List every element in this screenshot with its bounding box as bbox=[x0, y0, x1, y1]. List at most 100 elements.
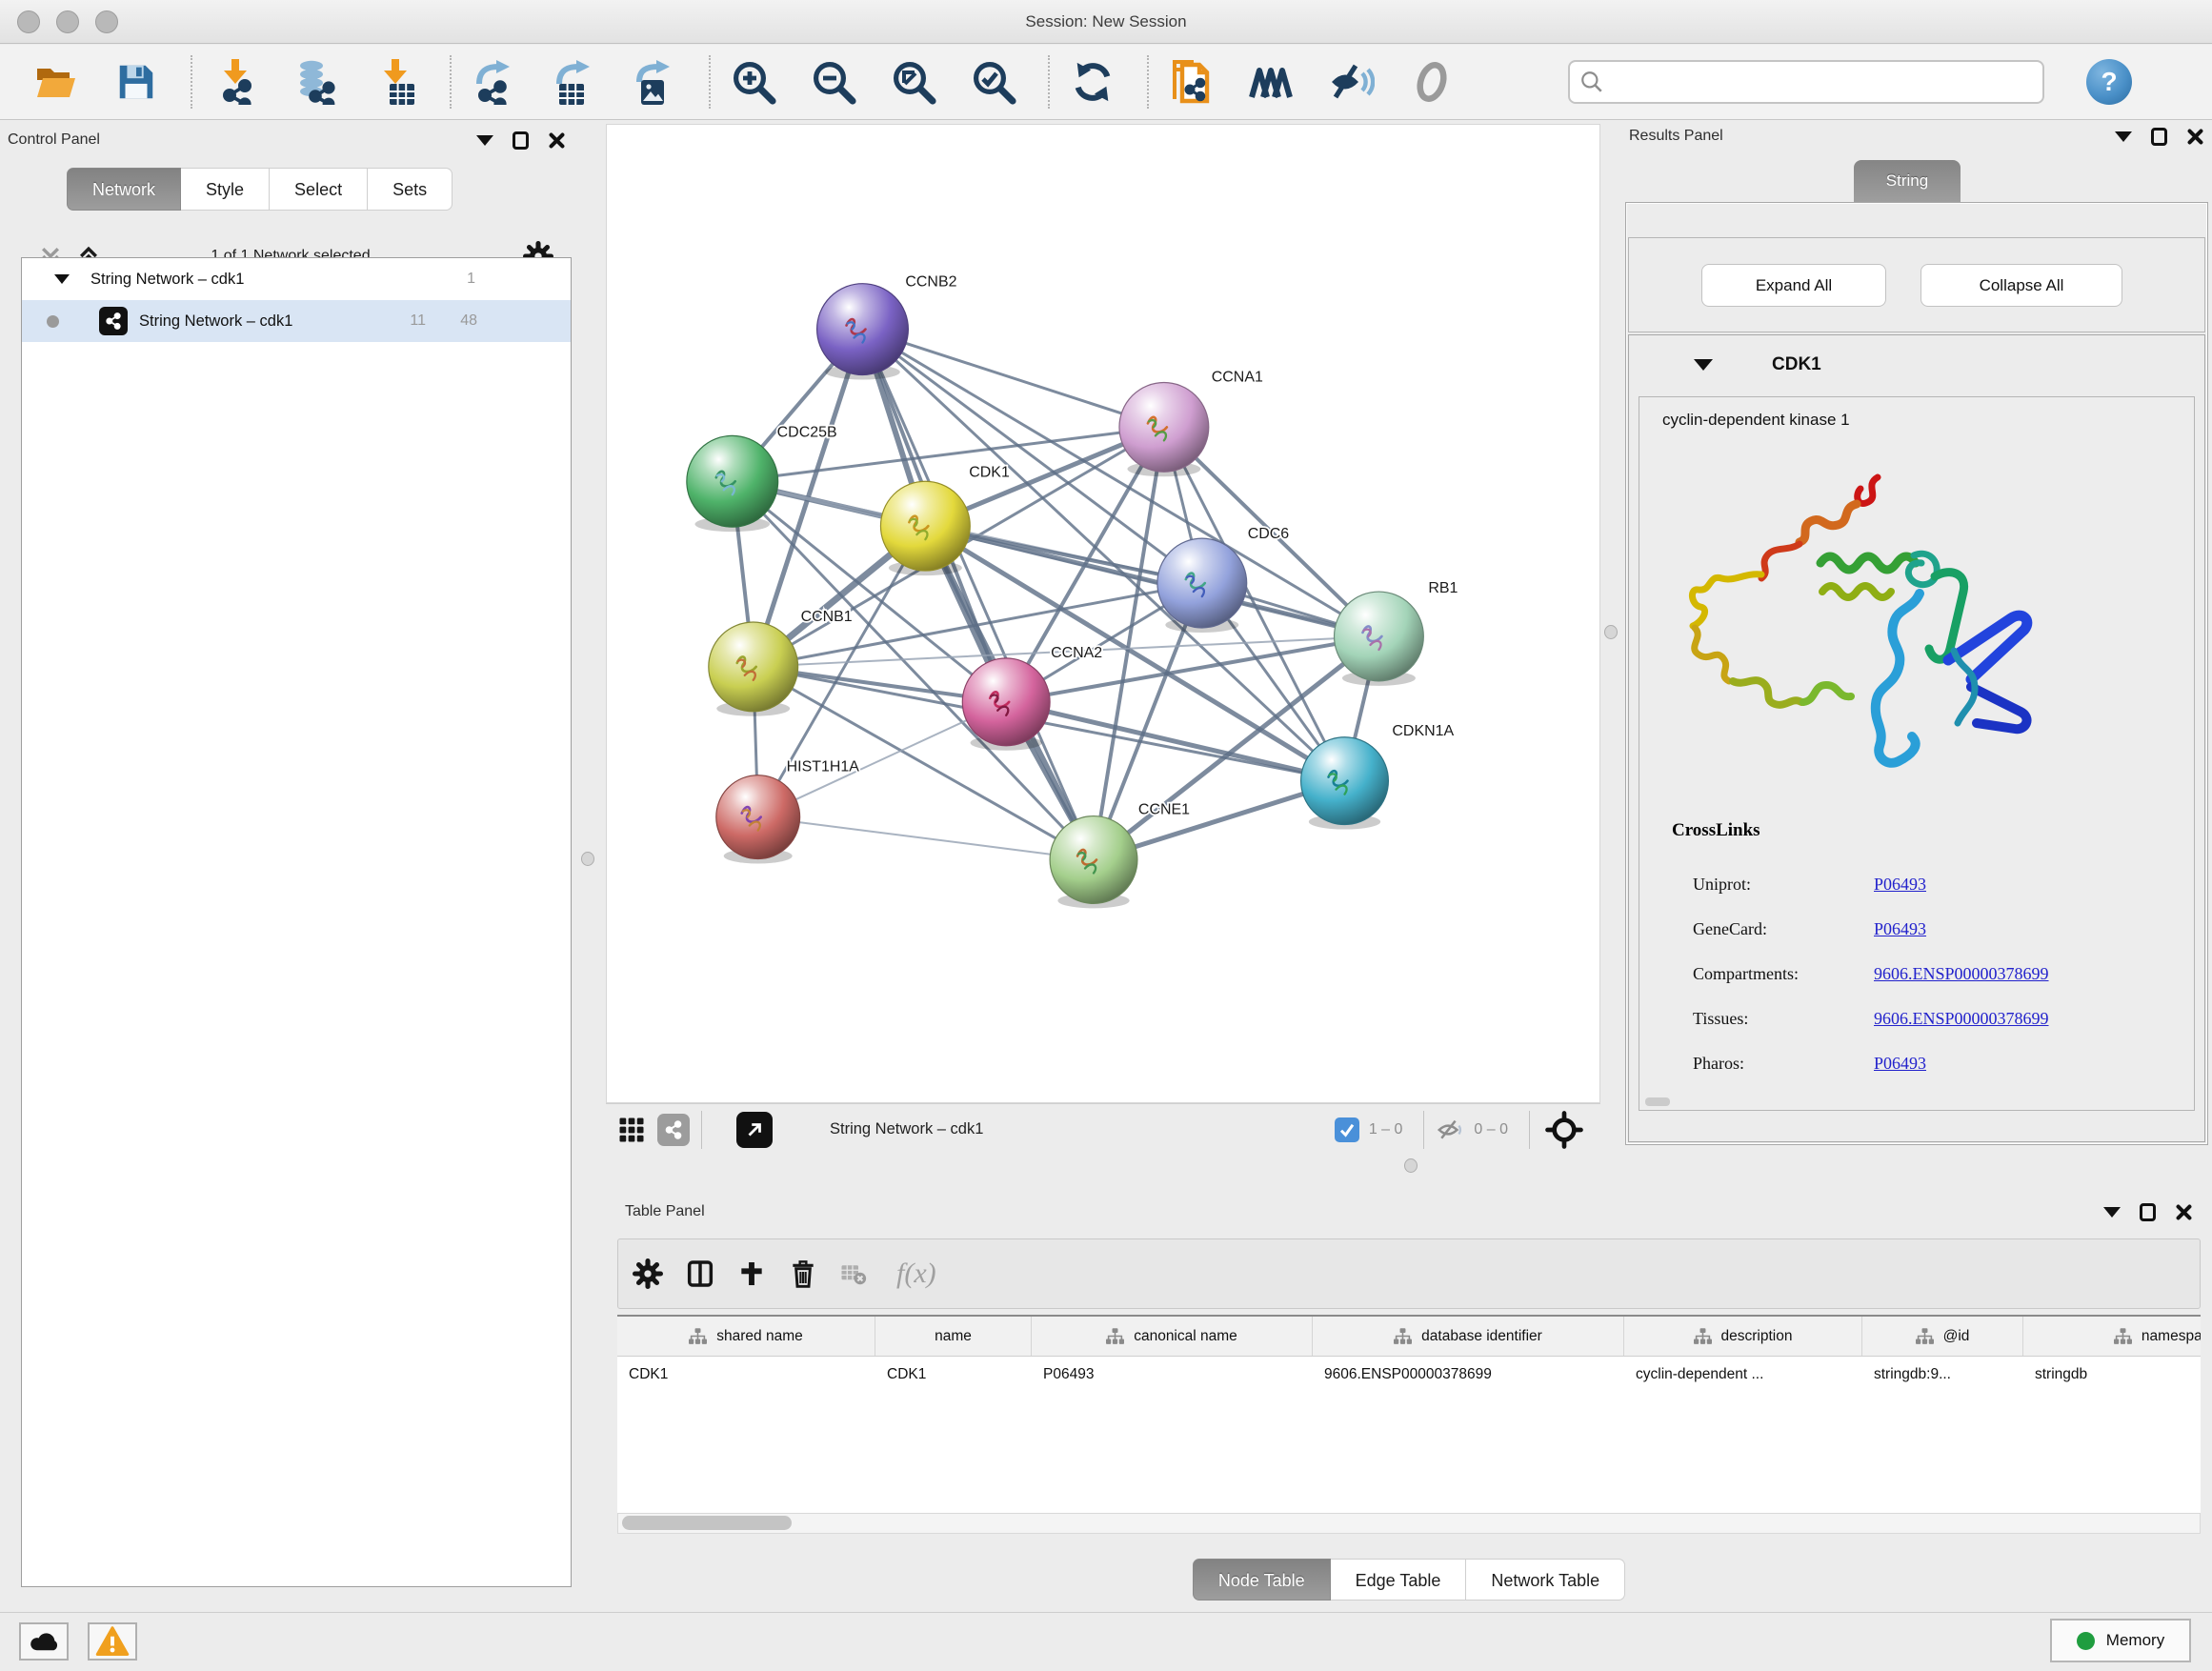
crosslink-link[interactable]: 9606.ENSP00000378699 bbox=[1874, 964, 2049, 984]
import-table-button[interactable] bbox=[368, 54, 423, 110]
search-input[interactable] bbox=[1604, 63, 2042, 101]
panel-float-icon[interactable] bbox=[2140, 1203, 2156, 1221]
cloud-status-button[interactable] bbox=[19, 1622, 69, 1661]
network-collection-row[interactable]: String Network – cdk1 1 bbox=[22, 258, 571, 300]
panel-close-icon[interactable] bbox=[2175, 1203, 2193, 1221]
network-edge[interactable] bbox=[862, 330, 1094, 860]
tab-select[interactable]: Select bbox=[270, 168, 368, 211]
memory-button[interactable]: Memory bbox=[2050, 1619, 2191, 1662]
zoom-fit-button[interactable] bbox=[886, 54, 941, 110]
help-button[interactable]: ? bbox=[2086, 59, 2132, 105]
left-splitter-handle[interactable] bbox=[581, 852, 594, 866]
panel-menu-icon[interactable] bbox=[2103, 1207, 2121, 1218]
expand-all-button[interactable]: Expand All bbox=[1701, 264, 1886, 307]
document-network-button[interactable] bbox=[1164, 54, 1219, 110]
import-network-file-button[interactable] bbox=[208, 54, 263, 110]
import-network-database-button[interactable] bbox=[288, 54, 343, 110]
binoculars-button[interactable] bbox=[1244, 54, 1299, 110]
right-splitter-handle[interactable] bbox=[1604, 625, 1618, 639]
section-collapse-icon[interactable] bbox=[1694, 359, 1713, 371]
panel-close-icon[interactable] bbox=[548, 131, 566, 150]
tab-node-table[interactable]: Node Table bbox=[1193, 1559, 1331, 1601]
selected-checkbox[interactable] bbox=[1335, 1117, 1359, 1142]
table-hscrollbar[interactable] bbox=[617, 1513, 2201, 1534]
table-hscrollbar-thumb[interactable] bbox=[622, 1516, 792, 1530]
export-table-button[interactable] bbox=[547, 54, 602, 110]
results-scrollbar-thumb[interactable] bbox=[1645, 1097, 1670, 1106]
table-cell[interactable]: CDK1 bbox=[875, 1357, 1032, 1393]
network-node-CDKN1A[interactable] bbox=[1301, 737, 1389, 830]
network-node-CDK1[interactable] bbox=[880, 481, 970, 575]
table-cell[interactable]: CDK1 bbox=[617, 1357, 875, 1393]
table-cell[interactable]: cyclin-dependent ... bbox=[1624, 1357, 1862, 1393]
open-session-button[interactable] bbox=[29, 54, 84, 110]
network-edge-count: 48 bbox=[460, 312, 477, 330]
column-header-description[interactable]: description bbox=[1624, 1317, 1862, 1356]
tab-edge-table[interactable]: Edge Table bbox=[1331, 1559, 1467, 1601]
table-cell[interactable]: stringdb:9... bbox=[1862, 1357, 2023, 1393]
panel-close-icon[interactable] bbox=[2186, 128, 2204, 146]
column-header-shared-name[interactable]: shared name bbox=[617, 1317, 875, 1356]
panel-float-icon[interactable] bbox=[513, 131, 529, 150]
network-node-CCNA1[interactable] bbox=[1119, 382, 1209, 476]
table-cell[interactable]: P06493 bbox=[1032, 1357, 1313, 1393]
crosslink-link[interactable]: P06493 bbox=[1874, 875, 1926, 895]
network-node-CCNE1[interactable] bbox=[1050, 816, 1137, 909]
network-edge[interactable] bbox=[1006, 702, 1344, 781]
network-node-RB1[interactable] bbox=[1335, 592, 1424, 686]
table-options-button[interactable] bbox=[632, 1258, 664, 1290]
hide-selected-button[interactable] bbox=[1324, 54, 1379, 110]
birdseye-toggle-button[interactable] bbox=[1545, 1111, 1583, 1149]
export-image-button[interactable] bbox=[627, 54, 682, 110]
save-session-button[interactable] bbox=[109, 54, 164, 110]
network-node-CDC25B[interactable] bbox=[687, 435, 778, 532]
show-all-button[interactable] bbox=[1404, 54, 1459, 110]
delete-table-button[interactable] bbox=[839, 1259, 868, 1288]
column-header-namespace[interactable]: namespace bbox=[2023, 1317, 2201, 1356]
crosslink-link[interactable]: P06493 bbox=[1874, 919, 1926, 939]
function-builder-button[interactable]: f(x) bbox=[896, 1258, 936, 1290]
zoom-in-button[interactable] bbox=[726, 54, 781, 110]
create-column-button[interactable] bbox=[736, 1258, 767, 1289]
panel-float-icon[interactable] bbox=[2151, 128, 2167, 146]
export-network-button[interactable] bbox=[467, 54, 522, 110]
network-edge[interactable] bbox=[862, 330, 1378, 636]
warning-status-button[interactable] bbox=[88, 1622, 137, 1661]
network-edge[interactable] bbox=[925, 526, 1378, 636]
network-node-CCNB1[interactable] bbox=[709, 622, 798, 716]
network-canvas[interactable]: CCNB2CCNA1CDC25BCDK1CDC6RB1CCNB1CCNA2CDK… bbox=[606, 124, 1600, 1103]
tab-network-table[interactable]: Network Table bbox=[1466, 1559, 1625, 1601]
tab-sets[interactable]: Sets bbox=[368, 168, 452, 211]
grid-view-button[interactable] bbox=[617, 1116, 646, 1144]
crosslink-link[interactable]: P06493 bbox=[1874, 1054, 1926, 1074]
network-view-mode-button[interactable] bbox=[657, 1114, 690, 1146]
detach-view-button[interactable] bbox=[736, 1112, 773, 1148]
panel-menu-icon[interactable] bbox=[2115, 131, 2132, 142]
tab-style[interactable]: Style bbox=[181, 168, 270, 211]
apply-layout-button[interactable] bbox=[1065, 54, 1120, 110]
show-columns-button[interactable] bbox=[685, 1258, 715, 1289]
crosslink-link[interactable]: 9606.ENSP00000378699 bbox=[1874, 1009, 2049, 1029]
zoom-selected-button[interactable] bbox=[966, 54, 1021, 110]
panel-menu-icon[interactable] bbox=[476, 135, 493, 146]
table-cell[interactable]: 9606.ENSP00000378699 bbox=[1313, 1357, 1624, 1393]
collection-collapse-icon[interactable] bbox=[54, 274, 70, 284]
table-row[interactable]: CDK1CDK1P064939606.ENSP00000378699cyclin… bbox=[617, 1357, 2201, 1393]
bottom-splitter-handle[interactable] bbox=[1404, 1158, 1418, 1173]
column-header-name[interactable]: name bbox=[875, 1317, 1032, 1356]
zoom-in-icon bbox=[731, 59, 776, 105]
column-header-canonical-name[interactable]: canonical name bbox=[1032, 1317, 1313, 1356]
column-header-@id[interactable]: @id bbox=[1862, 1317, 2023, 1356]
network-row[interactable]: String Network – cdk1 11 48 bbox=[22, 300, 571, 342]
table-cell[interactable]: stringdb bbox=[2023, 1357, 2201, 1393]
tab-network[interactable]: Network bbox=[67, 168, 181, 211]
network-edge[interactable] bbox=[758, 817, 1094, 860]
protein-section-header[interactable]: CDK1 bbox=[1629, 335, 2204, 394]
tab-string[interactable]: String bbox=[1854, 160, 1961, 202]
delete-column-button[interactable] bbox=[788, 1258, 818, 1289]
collapse-all-button[interactable]: Collapse All bbox=[1920, 264, 2122, 307]
network-edge[interactable] bbox=[862, 330, 1163, 428]
network-node-HIST1H1A[interactable] bbox=[716, 775, 800, 864]
zoom-out-button[interactable] bbox=[806, 54, 861, 110]
column-header-database-identifier[interactable]: database identifier bbox=[1313, 1317, 1624, 1356]
